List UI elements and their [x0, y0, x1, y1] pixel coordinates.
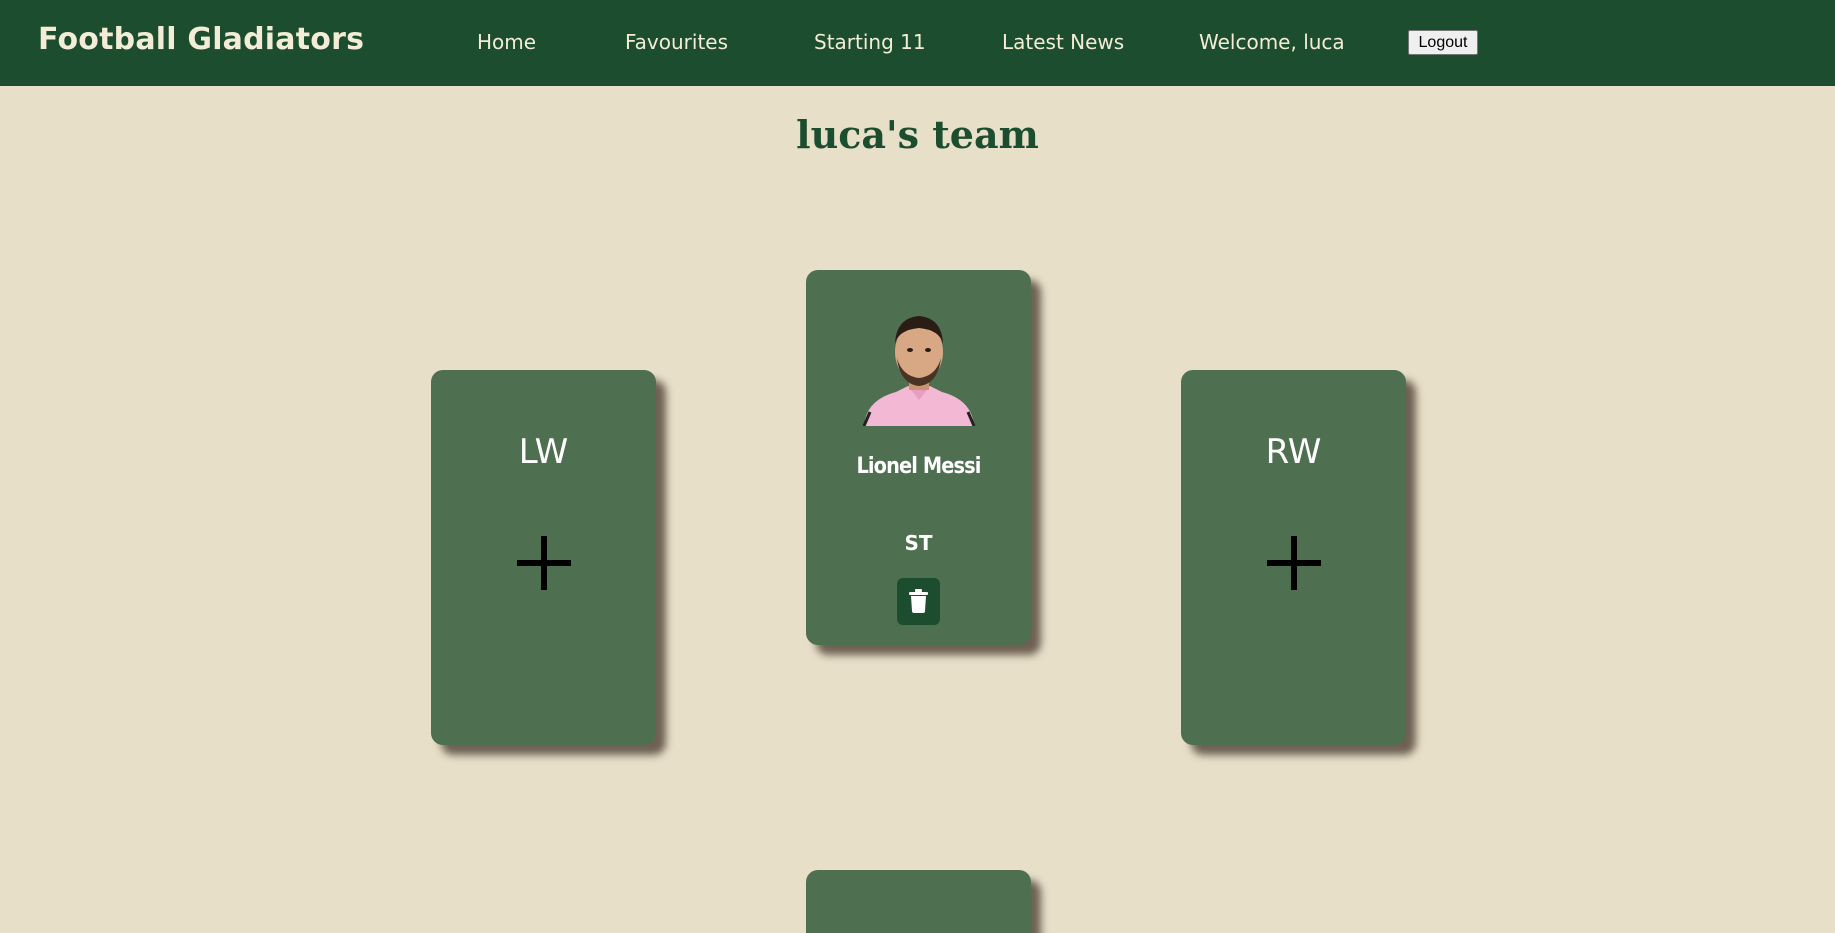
- position-card-bottom[interactable]: [806, 870, 1031, 933]
- delete-player-button[interactable]: [897, 578, 940, 625]
- top-navbar: Football Gladiators Home Favourites Star…: [0, 0, 1835, 86]
- nav-link-home[interactable]: Home: [477, 30, 536, 54]
- position-card-rw[interactable]: RW: [1181, 370, 1406, 745]
- position-card-st: Lionel Messi ST: [806, 270, 1031, 645]
- plus-icon[interactable]: [1267, 536, 1321, 590]
- page-title: luca's team: [796, 112, 1039, 157]
- player-photo: [862, 316, 976, 426]
- welcome-message: Welcome, luca: [1199, 30, 1345, 54]
- position-card-lw[interactable]: LW: [431, 370, 656, 745]
- brand-logo[interactable]: Football Gladiators: [38, 22, 364, 57]
- nav-link-starting-11[interactable]: Starting 11: [814, 30, 926, 54]
- logout-button[interactable]: Logout: [1408, 30, 1478, 55]
- player-position: ST: [904, 531, 933, 555]
- nav-link-favourites[interactable]: Favourites: [625, 30, 728, 54]
- position-label: LW: [518, 432, 569, 472]
- nav-link-latest-news[interactable]: Latest News: [1002, 30, 1124, 54]
- player-name: Lionel Messi: [856, 454, 981, 479]
- position-label: RW: [1265, 432, 1322, 472]
- plus-icon[interactable]: [517, 536, 571, 590]
- trash-icon: [909, 589, 928, 613]
